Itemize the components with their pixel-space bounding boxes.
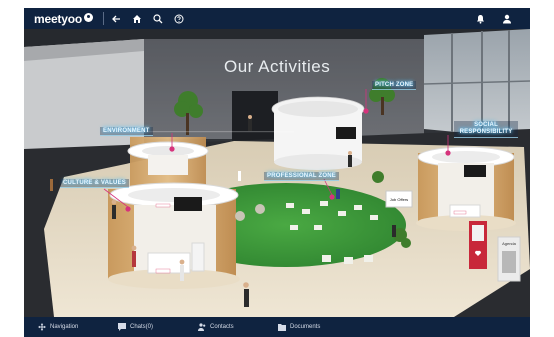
nav-chats[interactable]: Chats(0): [118, 323, 184, 331]
logo-mark-icon: [83, 13, 93, 22]
hall-title: Our Activities: [224, 57, 331, 76]
nav-chats-label: Chats(0): [130, 324, 154, 330]
search-icon[interactable]: [149, 10, 167, 28]
booth-environment[interactable]: ENVIRONMENT: [100, 127, 153, 136]
booth-pitch-zone[interactable]: PITCH ZONE: [372, 81, 417, 90]
logo-text: meetyoo: [34, 11, 82, 26]
help-icon[interactable]: [170, 10, 188, 28]
nav-contacts[interactable]: Contacts: [198, 323, 264, 331]
agenda-stand[interactable]: Agenda: [498, 241, 520, 246]
navigation-icon: [38, 323, 46, 331]
toolbar-right-group: [468, 10, 516, 28]
bottom-navigation-bar: Navigation Chats(0) Contacts Documents: [24, 317, 530, 337]
meetyoo-logo[interactable]: meetyoo: [34, 12, 93, 26]
chat-icon: [118, 323, 126, 331]
nav-navigation-label: Navigation: [50, 324, 79, 330]
virtual-hall-scene[interactable]: Our Activities PITCH ZONE ENVIRONMENT SO…: [24, 29, 530, 317]
booth-culture-values[interactable]: CULTURE & VALUES: [60, 179, 129, 188]
nav-documents[interactable]: Documents: [278, 323, 344, 331]
user-profile-icon[interactable]: [498, 10, 516, 28]
toolbar-divider: [102, 12, 104, 25]
home-icon[interactable]: [128, 10, 146, 28]
top-toolbar: meetyoo: [24, 8, 530, 29]
back-arrow-icon[interactable]: [107, 10, 125, 28]
nav-navigation[interactable]: Navigation: [38, 323, 104, 331]
booth-social-responsibility[interactable]: SOCIAL RESPONSIBILITY: [454, 121, 518, 138]
nav-documents-label: Documents: [290, 324, 321, 330]
nav-contacts-label: Contacts: [210, 324, 234, 330]
notification-bell-icon[interactable]: [471, 10, 489, 28]
booth-professional-zone[interactable]: PROFESSIONAL ZONE: [264, 172, 339, 181]
job-offers-sign[interactable]: Job Offers: [387, 197, 411, 202]
documents-icon: [278, 324, 286, 331]
contacts-icon: [198, 323, 206, 331]
